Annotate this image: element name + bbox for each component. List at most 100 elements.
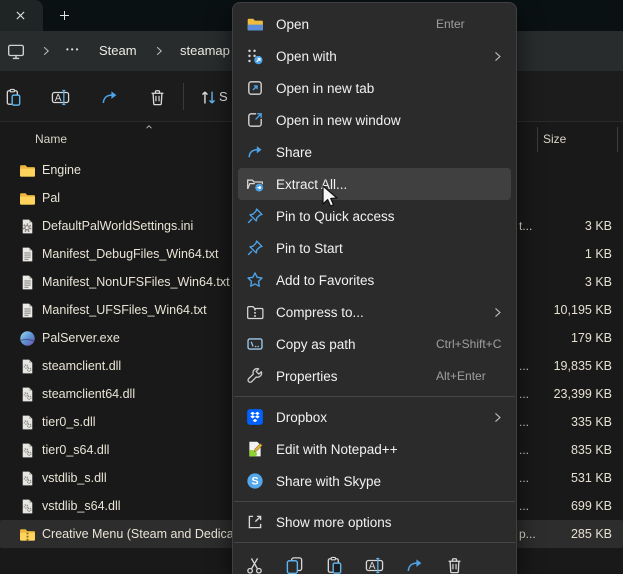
npp-icon <box>246 440 264 458</box>
share-icon <box>405 556 424 574</box>
menu-item-extract-all[interactable]: Extract All... <box>238 168 511 200</box>
menu-item-label: Edit with Notepad++ <box>276 442 398 457</box>
file-size: 179 KB <box>534 324 612 352</box>
copy-icon <box>285 556 304 574</box>
breadcrumb-segment-steamapps[interactable]: steamap <box>180 31 230 71</box>
menu-item-label: Open in new window <box>276 113 401 128</box>
delete-quick-button[interactable] <box>434 550 474 574</box>
menu-item-label: Pin to Start <box>276 241 343 256</box>
menu-item-label: Share with Skype <box>276 474 381 489</box>
file-size: 699 KB <box>534 492 612 520</box>
file-name: vstdlib_s64.dll <box>42 492 121 520</box>
context-menu: OpenEnterOpen with Open in new tab Open in… <box>232 2 517 574</box>
file-size: 285 KB <box>534 520 612 548</box>
ini-icon <box>19 218 36 235</box>
menu-item-label: Properties <box>276 369 338 384</box>
breadcrumb-overflow[interactable]: ••• <box>66 31 80 71</box>
file-name: Manifest_DebugFiles_Win64.txt <box>42 240 218 268</box>
menu-item-add-to-favorites[interactable]: Add to Favorites <box>233 264 516 296</box>
context-menu-items: OpenEnterOpen with Open in new tab Open in… <box>233 8 516 543</box>
column-divider[interactable] <box>537 127 538 152</box>
menu-item-share-with-skype[interactable]: Share with Skype <box>233 465 516 497</box>
share-button[interactable] <box>94 85 124 109</box>
menu-item-properties[interactable]: Properties Alt+Enter <box>233 360 516 392</box>
copy-path-icon <box>246 335 264 353</box>
rename-quick-button[interactable] <box>354 550 394 574</box>
monitor-icon[interactable] <box>7 42 25 60</box>
breadcrumb-segment-steam[interactable]: Steam <box>99 31 137 71</box>
menu-item-open-in-new-tab[interactable]: Open in new tab <box>233 72 516 104</box>
menu-item-label: Copy as path <box>276 337 356 352</box>
skype-icon <box>246 472 264 490</box>
cut-icon <box>245 556 264 574</box>
file-name: tier0_s64.dll <box>42 436 109 464</box>
menu-item-pin-to-quick-access[interactable]: Pin to Quick access <box>233 200 516 232</box>
dropbox-icon <box>246 408 264 426</box>
paste-button[interactable] <box>0 85 28 109</box>
explorer-tab[interactable] <box>0 0 43 31</box>
cut-quick-button[interactable] <box>234 550 274 574</box>
menu-item-pin-to-start[interactable]: Pin to Start <box>233 232 516 264</box>
menu-separator <box>234 396 515 397</box>
toolbar-separator <box>183 83 184 110</box>
open-with-icon <box>246 47 264 65</box>
menu-item-shortcut: Enter <box>436 17 465 31</box>
menu-item-label: Open in new tab <box>276 81 374 96</box>
file-type-fragment: ... <box>519 436 535 464</box>
menu-separator <box>234 501 515 502</box>
menu-item-show-more-options[interactable]: Show more options <box>233 506 516 538</box>
share-quick-button[interactable] <box>394 550 434 574</box>
menu-item-open-with[interactable]: Open with <box>233 40 516 72</box>
menu-item-open[interactable]: OpenEnter <box>233 8 516 40</box>
dll-icon <box>19 414 36 431</box>
zip-icon <box>19 526 36 543</box>
file-type-fragment: t... <box>519 212 535 240</box>
rename-button[interactable] <box>45 85 75 109</box>
folder-icon <box>19 190 36 207</box>
menu-item-shortcut: Alt+Enter <box>436 369 486 383</box>
file-name: steamclient.dll <box>42 352 121 380</box>
dll-icon <box>19 442 36 459</box>
delete-button[interactable] <box>142 85 172 109</box>
file-name: Manifest_NonUFSFiles_Win64.txt <box>42 268 230 296</box>
paste-quick-button[interactable] <box>314 550 354 574</box>
menu-item-share[interactable]: Share <box>233 136 516 168</box>
plus-icon <box>58 9 71 22</box>
menu-item-edit-with-notepad[interactable]: Edit with Notepad++ <box>233 433 516 465</box>
column-header-name[interactable]: Name <box>35 128 67 150</box>
trash-icon <box>148 88 167 107</box>
dll-icon <box>19 358 36 375</box>
file-type-fragment: p... <box>519 520 535 548</box>
dll-icon <box>19 498 36 515</box>
file-name: Manifest_UFSFiles_Win64.txt <box>42 296 207 324</box>
menu-item-compress-to[interactable]: Compress to... <box>233 296 516 328</box>
new-tab-icon <box>246 79 264 97</box>
file-type-fragment: ... <box>519 408 535 436</box>
sort-icon <box>199 88 218 107</box>
menu-item-label: Extract All... <box>276 177 347 192</box>
column-header-size[interactable]: Size <box>543 128 566 150</box>
txt-icon <box>19 246 36 263</box>
file-name: steamclient64.dll <box>42 380 135 408</box>
menu-item-open-in-new-window[interactable]: Open in new window <box>233 104 516 136</box>
file-name: PalServer.exe <box>42 324 120 352</box>
file-size: 3 KB <box>534 268 612 296</box>
file-name: Creative Menu (Steam and Dedicat <box>42 520 237 548</box>
new-tab-button[interactable] <box>53 4 75 26</box>
file-size: 531 KB <box>534 464 612 492</box>
menu-item-dropbox[interactable]: Dropbox <box>233 401 516 433</box>
file-size: 10,195 KB <box>534 296 612 324</box>
file-type-fragment: ... <box>519 492 535 520</box>
menu-item-label: Show more options <box>276 515 392 530</box>
menu-item-label: Compress to... <box>276 305 364 320</box>
menu-item-label: Share <box>276 145 312 160</box>
share-icon <box>100 88 119 107</box>
chevron-right-icon <box>153 45 165 57</box>
sort-ascending-caret-icon <box>143 122 155 132</box>
file-size: 23,399 KB <box>534 380 612 408</box>
share-icon <box>246 143 264 161</box>
column-divider[interactable] <box>617 127 618 152</box>
tab-close-button[interactable] <box>9 4 31 26</box>
copy-quick-button[interactable] <box>274 550 314 574</box>
menu-item-copy-as-path[interactable]: Copy as pathCtrl+Shift+C <box>233 328 516 360</box>
